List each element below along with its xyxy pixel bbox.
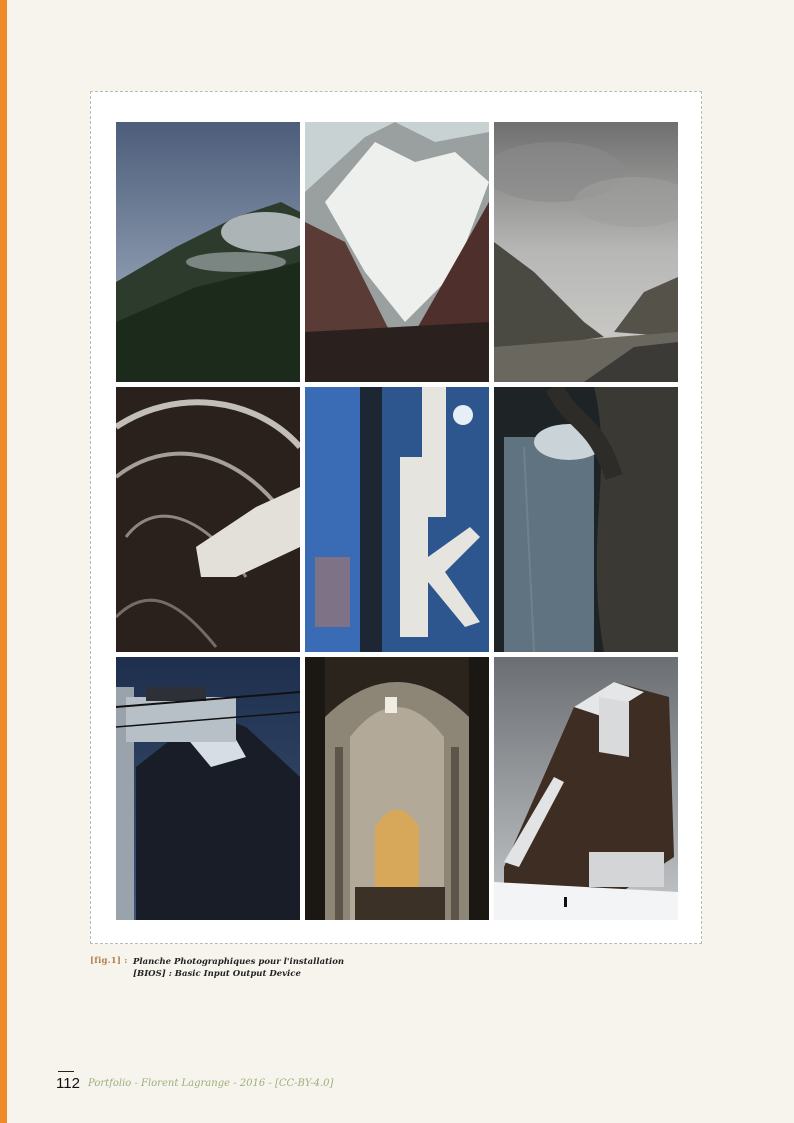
misty-forest-mountain-photo (116, 122, 300, 382)
figure-label: [fig.1] : (90, 956, 128, 966)
cathedral-nave-photo (305, 657, 489, 920)
footer-rule (58, 1071, 74, 1072)
soapy-window-cleaning-photo (116, 387, 300, 652)
footer-credit: Portfolio - Florent Lagrange - 2016 - [C… (88, 1078, 334, 1089)
figure-caption: Planche Photographiques pour l'installat… (133, 956, 344, 980)
accent-bar (0, 0, 7, 1123)
cable-car-mountain-photo (116, 657, 300, 920)
dark-tree-trunk-photo (494, 387, 678, 652)
snowy-peak-painting-photo (305, 122, 489, 382)
page-number: 112 (56, 1075, 80, 1092)
caption-line-1: Planche Photographiques pour l'installat… (133, 957, 345, 967)
snowy-wooden-building-photo (494, 657, 678, 920)
cloudy-valley-photo (494, 122, 678, 382)
caption-line-2: [BIOS] : Basic Input Output Device (133, 969, 301, 979)
blue-letters-metal-photo (305, 387, 489, 652)
